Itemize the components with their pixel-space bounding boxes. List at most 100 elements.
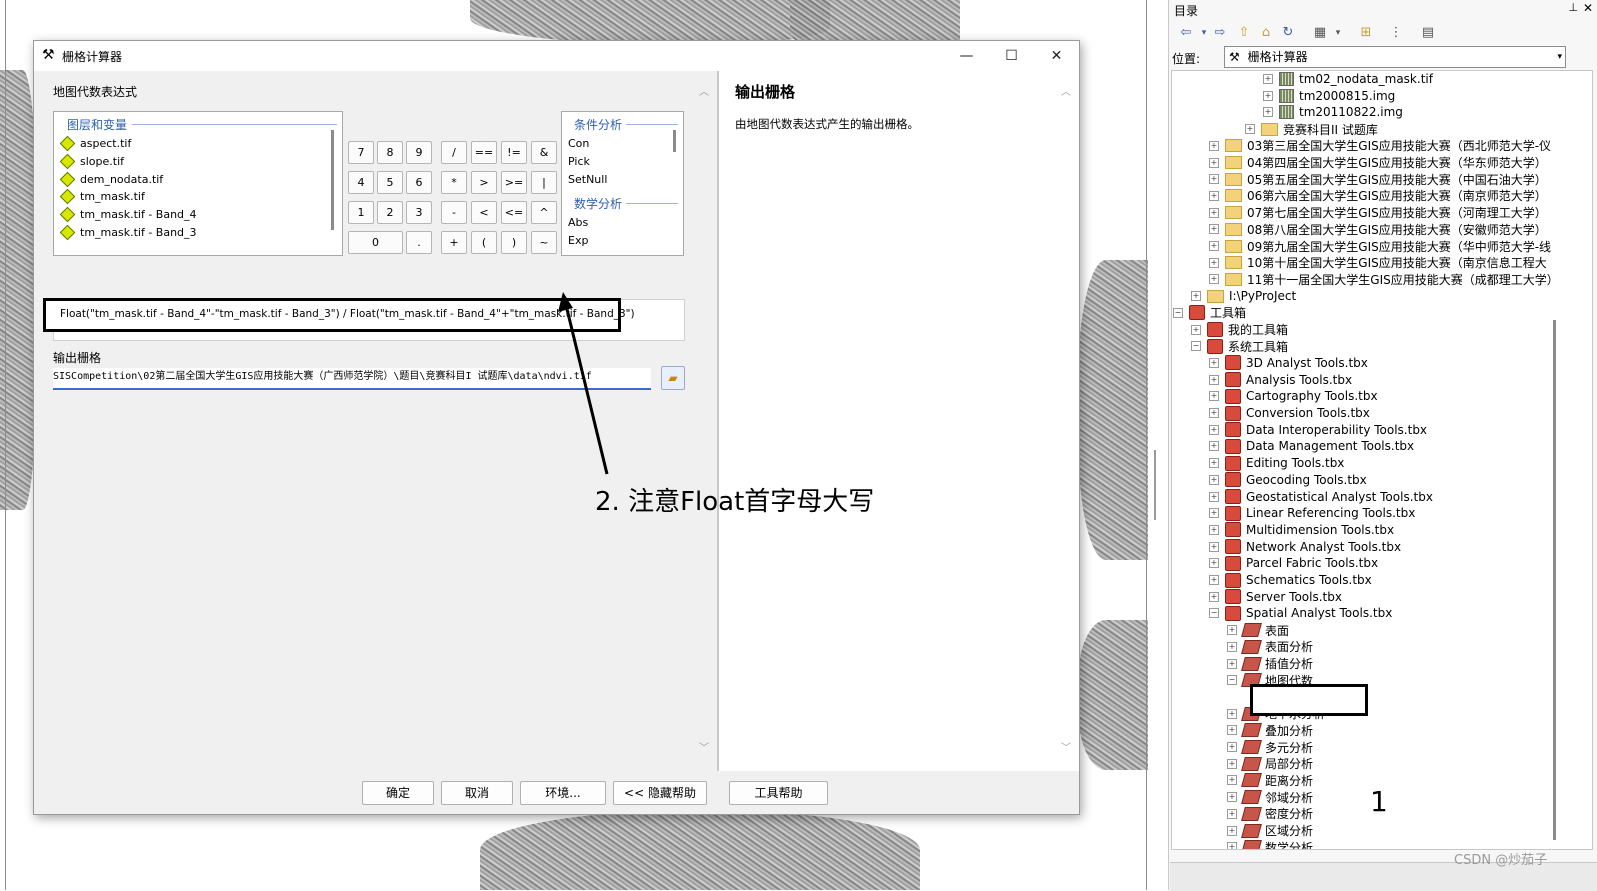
refresh-icon[interactable]: ↻ — [1279, 24, 1297, 42]
function-item[interactable]: SetNull — [568, 173, 607, 186]
tree-item[interactable]: + Data Interoperability Tools.tbx — [1209, 422, 1427, 438]
close-button[interactable]: ✕ — [1034, 41, 1079, 71]
tree-toggle-icon[interactable]: ⋮ — [1387, 24, 1405, 42]
tree-item[interactable]: + 多元分析 — [1227, 739, 1313, 755]
expand-icon[interactable]: + — [1209, 157, 1219, 168]
folder-open-icon[interactable]: ▰ — [661, 366, 685, 390]
calc-button-open-paren[interactable]: ( — [471, 231, 497, 254]
catalog-scrollbar[interactable] — [1553, 320, 1556, 840]
tree-item[interactable]: +10第十届全国大学生GIS应用技能大赛（南京信息工程大 — [1209, 255, 1547, 271]
tree-item[interactable]: + 叠加分析 — [1227, 722, 1313, 738]
tree-item[interactable]: + Data Management Tools.tbx — [1209, 438, 1414, 454]
scroll-down-icon[interactable]: ﹀ — [1061, 739, 1071, 754]
expand-icon[interactable]: + — [1227, 775, 1237, 786]
expand-icon[interactable]: + — [1209, 524, 1219, 535]
tree-item[interactable]: + 表面分析 — [1227, 639, 1313, 655]
expand-icon[interactable]: + — [1209, 207, 1219, 218]
collapse-icon[interactable]: − — [1191, 341, 1201, 352]
function-item[interactable]: Abs — [568, 216, 588, 229]
layer-item[interactable]: tm_mask.tif — [59, 188, 145, 205]
expand-icon[interactable]: + — [1209, 491, 1219, 502]
calc-button-not[interactable]: ~ — [531, 231, 557, 254]
calc-button-less[interactable]: < — [471, 201, 497, 224]
tool-help-button[interactable]: 工具帮助 — [729, 781, 828, 805]
back-icon[interactable]: ⇦ — [1177, 24, 1195, 42]
ok-button[interactable]: 确定 — [362, 781, 434, 805]
tree-item[interactable]: − 系统工具箱 — [1191, 338, 1288, 354]
calc-button-plus[interactable]: + — [441, 231, 467, 254]
tree-item[interactable]: + Conversion Tools.tbx — [1209, 405, 1370, 421]
expand-icon[interactable]: + — [1209, 224, 1219, 235]
expand-icon[interactable]: + — [1227, 825, 1237, 836]
layers-scrollbar[interactable] — [331, 130, 334, 230]
tree-item[interactable]: + tm02_nodata_mask.tif — [1263, 71, 1433, 87]
tree-item[interactable]: + Editing Tools.tbx — [1209, 455, 1344, 471]
calc-button-not-equal[interactable]: != — [501, 141, 527, 164]
view-grid-icon[interactable]: ▦ — [1311, 24, 1329, 42]
layer-item[interactable]: slope.tif — [59, 153, 124, 170]
calc-button-or[interactable]: | — [531, 171, 557, 194]
expand-icon[interactable]: + — [1227, 708, 1237, 719]
tree-item[interactable]: + 数学分析 — [1227, 839, 1313, 849]
map-scrollbar[interactable] — [1154, 450, 1156, 520]
expand-icon[interactable]: + — [1245, 124, 1255, 135]
expand-icon[interactable]: + — [1227, 641, 1237, 652]
dialog-titlebar[interactable]: ⚒ 栅格计算器 — ☐ ✕ — [34, 41, 1079, 71]
expand-icon[interactable]: + — [1209, 591, 1219, 602]
expand-icon[interactable]: + — [1209, 174, 1219, 185]
expand-icon[interactable]: + — [1227, 842, 1237, 849]
expand-icon[interactable]: + — [1209, 424, 1219, 435]
tree-item[interactable]: + tm20110822.img — [1263, 104, 1403, 120]
tree-item[interactable]: +09第九届全国大学生GIS应用技能大赛（华中师范大学-线 — [1209, 238, 1551, 254]
tree-item[interactable]: +08第八届全国大学生GIS应用技能大赛（安徽师范大学） — [1209, 221, 1547, 237]
tree-item[interactable]: + Analysis Tools.tbx — [1209, 372, 1352, 388]
tree-item[interactable]: + Server Tools.tbx — [1209, 589, 1342, 605]
tree-item[interactable]: +04第四届全国大学生GIS应用技能大赛（华东师范大学） — [1209, 155, 1547, 171]
layer-item[interactable]: tm_mask.tif - Band_3 — [59, 224, 197, 241]
expand-icon[interactable]: + — [1209, 541, 1219, 552]
tree-item[interactable]: + Linear Referencing Tools.tbx — [1209, 505, 1415, 521]
expand-icon[interactable]: + — [1263, 107, 1273, 118]
tree-item[interactable]: − Spatial Analyst Tools.tbx — [1209, 605, 1392, 621]
tree-item[interactable]: + Multidimension Tools.tbx — [1209, 522, 1394, 538]
tree-item[interactable]: + I:\PyProJect — [1191, 288, 1296, 304]
function-item[interactable]: Exp — [568, 234, 588, 247]
function-item[interactable]: Pick — [568, 155, 590, 168]
calc-button-8[interactable]: 8 — [377, 141, 403, 164]
calc-button-greater-equal[interactable]: >= — [501, 171, 527, 194]
layer-item[interactable]: aspect.tif — [59, 135, 131, 152]
tree-item[interactable]: − 工具箱 — [1173, 305, 1246, 321]
options-icon[interactable]: ▤ — [1419, 24, 1437, 42]
expand-icon[interactable]: + — [1227, 792, 1237, 803]
calc-button-xor[interactable]: ^ — [531, 201, 557, 224]
tree-item[interactable]: + 插值分析 — [1227, 656, 1313, 672]
expand-icon[interactable]: + — [1209, 474, 1219, 485]
functions-scrollbar[interactable] — [673, 130, 676, 152]
expand-icon[interactable]: + — [1209, 508, 1219, 519]
expand-icon[interactable]: + — [1191, 324, 1201, 335]
output-raster-input[interactable]: SISCompetition\02第二届全国大学生GIS应用技能大赛（广西师范学… — [53, 368, 651, 390]
up-folder-icon[interactable]: ⇧ — [1235, 24, 1253, 42]
expand-icon[interactable]: + — [1227, 658, 1237, 669]
tree-item[interactable]: +06第六届全国大学生GIS应用技能大赛（南京师范大学） — [1209, 188, 1547, 204]
expand-icon[interactable]: + — [1209, 140, 1219, 151]
hide-help-button[interactable]: << 隐藏帮助 — [613, 781, 707, 805]
chevron-down-icon[interactable]: ▾ — [1329, 24, 1347, 42]
tree-item[interactable]: + Geocoding Tools.tbx — [1209, 472, 1367, 488]
expand-icon[interactable]: + — [1209, 458, 1219, 469]
calc-button-3[interactable]: 3 — [406, 201, 432, 224]
calc-button-0[interactable]: 0 — [348, 231, 403, 254]
calc-button-multiply[interactable]: * — [441, 171, 467, 194]
expand-icon[interactable]: + — [1209, 374, 1219, 385]
function-item[interactable]: Con — [568, 137, 589, 150]
tree-item[interactable]: + tm2000815.img — [1263, 88, 1395, 104]
calc-button-divide[interactable]: / — [441, 141, 467, 164]
expand-icon[interactable]: + — [1227, 758, 1237, 769]
environments-button[interactable]: 环境... — [520, 781, 606, 805]
tree-item[interactable]: + Schematics Tools.tbx — [1209, 572, 1372, 588]
expand-icon[interactable]: + — [1209, 391, 1219, 402]
calc-button-greater[interactable]: > — [471, 171, 497, 194]
calc-button-less-equal[interactable]: <= — [501, 201, 527, 224]
calc-button-decimal[interactable]: . — [406, 231, 432, 254]
location-input[interactable]: ⚒ 栅格计算器 ▾ — [1224, 46, 1566, 68]
